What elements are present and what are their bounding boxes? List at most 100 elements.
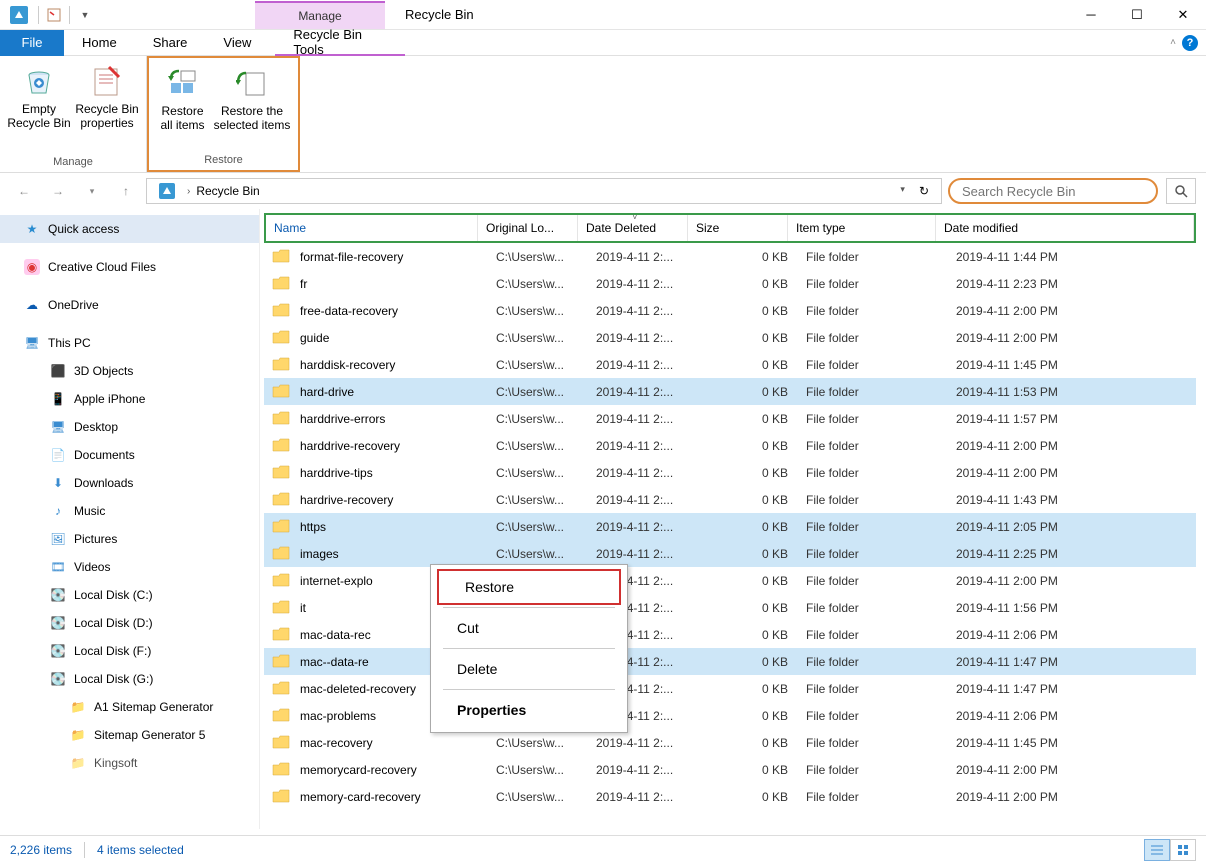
cell-date-modified: 2019-4-11 2:05 PM xyxy=(956,520,1196,534)
table-row[interactable]: mac--data-reC:\Users\w...2019-4-11 2:...… xyxy=(264,648,1196,675)
address-bar[interactable]: › Recycle Bin ▾ ↻ xyxy=(146,178,942,204)
restore-all-items-button[interactable]: Restore all items xyxy=(155,62,210,152)
minimize-button[interactable]: ─ xyxy=(1068,0,1114,30)
separator xyxy=(38,6,39,24)
nav-kingsoft[interactable]: 📁Kingsoft xyxy=(0,749,259,777)
label: Restore all items xyxy=(155,104,210,133)
cell-date-modified: 2019-4-11 2:00 PM xyxy=(956,331,1196,345)
empty-recycle-bin-button[interactable]: Empty Recycle Bin xyxy=(6,60,72,154)
table-row[interactable]: guideC:\Users\w...2019-4-11 2:...0 KBFil… xyxy=(264,324,1196,351)
column-header-date-modified[interactable]: Date modified xyxy=(936,215,1194,241)
nav-quick-access[interactable]: ★Quick access xyxy=(0,215,259,243)
cell-size: 0 KB xyxy=(706,628,806,642)
window-controls: ─ ☐ ✕ xyxy=(1068,0,1206,30)
nav-videos[interactable]: 🎞Videos xyxy=(0,553,259,581)
nav-documents[interactable]: 📄Documents xyxy=(0,441,259,469)
table-row[interactable]: hard-driveC:\Users\w...2019-4-11 2:...0 … xyxy=(264,378,1196,405)
table-row[interactable]: memory-card-recoveryC:\Users\w...2019-4-… xyxy=(264,783,1196,810)
nav-local-disk-d[interactable]: 💽Local Disk (D:) xyxy=(0,609,259,637)
table-row[interactable]: free-data-recoveryC:\Users\w...2019-4-11… xyxy=(264,297,1196,324)
refresh-icon[interactable]: ↻ xyxy=(913,184,935,198)
restore-selected-items-button[interactable]: Restore the selected items xyxy=(212,62,292,152)
nav-pictures[interactable]: 🖼Pictures xyxy=(0,525,259,553)
address-dropdown-icon[interactable]: ▾ xyxy=(894,184,911,198)
navigation-pane[interactable]: ★Quick access ◉Creative Cloud Files ☁One… xyxy=(0,209,260,829)
table-row[interactable]: imagesC:\Users\w...2019-4-11 2:...0 KBFi… xyxy=(264,540,1196,567)
table-row[interactable]: internet-exploC:\Users\w...2019-4-11 2:.… xyxy=(264,567,1196,594)
column-header-original-location[interactable]: Original Lo... xyxy=(478,215,578,241)
chevron-right-icon[interactable]: › xyxy=(187,186,190,197)
table-row[interactable]: format-file-recoveryC:\Users\w...2019-4-… xyxy=(264,243,1196,270)
nav-recent-dropdown[interactable]: ▾ xyxy=(78,179,106,203)
recycle-bin-icon xyxy=(159,183,175,199)
label: Creative Cloud Files xyxy=(48,260,156,274)
search-input-wrapper[interactable] xyxy=(948,178,1158,204)
column-header-name[interactable]: Name xyxy=(266,215,478,241)
nav-sitemap-gen5[interactable]: 📁Sitemap Generator 5 xyxy=(0,721,259,749)
nav-downloads[interactable]: ⬇Downloads xyxy=(0,469,259,497)
nav-local-disk-g[interactable]: 💽Local Disk (G:) xyxy=(0,665,259,693)
table-row[interactable]: harddrive-tipsC:\Users\w...2019-4-11 2:.… xyxy=(264,459,1196,486)
nav-apple-iphone[interactable]: 📱Apple iPhone xyxy=(0,385,259,413)
disk-icon: 💽 xyxy=(50,587,66,603)
context-menu-restore[interactable]: Restore xyxy=(437,569,621,605)
table-row[interactable]: mac-recoveryC:\Users\w...2019-4-11 2:...… xyxy=(264,729,1196,756)
context-menu-delete[interactable]: Delete xyxy=(431,651,627,687)
cell-date-modified: 2019-4-11 2:00 PM xyxy=(956,466,1196,480)
tab-share[interactable]: Share xyxy=(135,30,206,56)
tab-home[interactable]: Home xyxy=(64,30,135,56)
qat-dropdown-icon[interactable]: ▼ xyxy=(74,4,96,26)
table-row[interactable]: harddrive-errorsC:\Users\w...2019-4-11 2… xyxy=(264,405,1196,432)
nav-this-pc[interactable]: 🖥This PC xyxy=(0,329,259,357)
nav-back-button[interactable]: ← xyxy=(10,179,38,203)
cell-date-deleted: 2019-4-11 2:... xyxy=(596,493,706,507)
nav-local-disk-c[interactable]: 💽Local Disk (C:) xyxy=(0,581,259,609)
recycle-bin-properties-button[interactable]: Recycle Bin properties xyxy=(74,60,140,154)
nav-creative-cloud[interactable]: ◉Creative Cloud Files xyxy=(0,253,259,281)
close-button[interactable]: ✕ xyxy=(1160,0,1206,30)
tab-view[interactable]: View xyxy=(205,30,269,56)
cell-original-location: C:\Users\w... xyxy=(496,412,596,426)
table-row[interactable]: mac-deleted-recoveryC:\Users\w...2019-4-… xyxy=(264,675,1196,702)
cell-date-deleted: 2019-4-11 2:... xyxy=(596,250,706,264)
maximize-button[interactable]: ☐ xyxy=(1114,0,1160,30)
nav-up-button[interactable]: ↑ xyxy=(112,179,140,203)
tab-recycle-bin-tools[interactable]: Recycle Bin Tools xyxy=(275,30,405,56)
table-row[interactable]: mac-problemsC:\Users\w...2019-4-11 2:...… xyxy=(264,702,1196,729)
table-row[interactable]: harddrive-recoveryC:\Users\w...2019-4-11… xyxy=(264,432,1196,459)
ribbon-collapse-icon[interactable]: ˄ xyxy=(1170,37,1176,48)
view-thumbnails-button[interactable] xyxy=(1170,839,1196,861)
table-row[interactable]: mac-data-recC:\Users\w...2019-4-11 2:...… xyxy=(264,621,1196,648)
pc-icon: 🖥 xyxy=(24,335,40,351)
context-tab-manage[interactable]: Manage xyxy=(255,1,385,29)
table-row[interactable]: frC:\Users\w...2019-4-11 2:...0 KBFile f… xyxy=(264,270,1196,297)
cell-original-location: C:\Users\w... xyxy=(496,763,596,777)
column-header-item-type[interactable]: Item type xyxy=(788,215,936,241)
nav-local-disk-f[interactable]: 💽Local Disk (F:) xyxy=(0,637,259,665)
nav-music[interactable]: ♪Music xyxy=(0,497,259,525)
nav-a1-sitemap[interactable]: 📁A1 Sitemap Generator xyxy=(0,693,259,721)
column-header-size[interactable]: Size xyxy=(688,215,788,241)
nav-desktop[interactable]: 🖥Desktop xyxy=(0,413,259,441)
cell-date-deleted: 2019-4-11 2:... xyxy=(596,331,706,345)
nav-3d-objects[interactable]: ⬛3D Objects xyxy=(0,357,259,385)
label: OneDrive xyxy=(48,298,99,312)
table-row[interactable]: httpsC:\Users\w...2019-4-11 2:...0 KBFil… xyxy=(264,513,1196,540)
cell-size: 0 KB xyxy=(706,304,806,318)
view-details-button[interactable] xyxy=(1144,839,1170,861)
table-row[interactable]: harddisk-recoveryC:\Users\w...2019-4-11 … xyxy=(264,351,1196,378)
nav-forward-button[interactable]: → xyxy=(44,179,72,203)
file-rows[interactable]: format-file-recoveryC:\Users\w...2019-4-… xyxy=(264,243,1196,823)
search-button[interactable] xyxy=(1166,178,1196,204)
help-icon[interactable]: ? xyxy=(1182,35,1198,51)
column-header-date-deleted[interactable]: ˅Date Deleted xyxy=(578,215,688,241)
search-input[interactable] xyxy=(962,184,1144,199)
tab-file[interactable]: File xyxy=(0,30,64,56)
table-row[interactable]: hardrive-recoveryC:\Users\w...2019-4-11 … xyxy=(264,486,1196,513)
table-row[interactable]: itC:\Users\w...2019-4-11 2:...0 KBFile f… xyxy=(264,594,1196,621)
qat-properties-icon[interactable] xyxy=(43,4,65,26)
context-menu-cut[interactable]: Cut xyxy=(431,610,627,646)
table-row[interactable]: memorycard-recoveryC:\Users\w...2019-4-1… xyxy=(264,756,1196,783)
nav-onedrive[interactable]: ☁OneDrive xyxy=(0,291,259,319)
context-menu-properties[interactable]: Properties xyxy=(431,692,627,728)
